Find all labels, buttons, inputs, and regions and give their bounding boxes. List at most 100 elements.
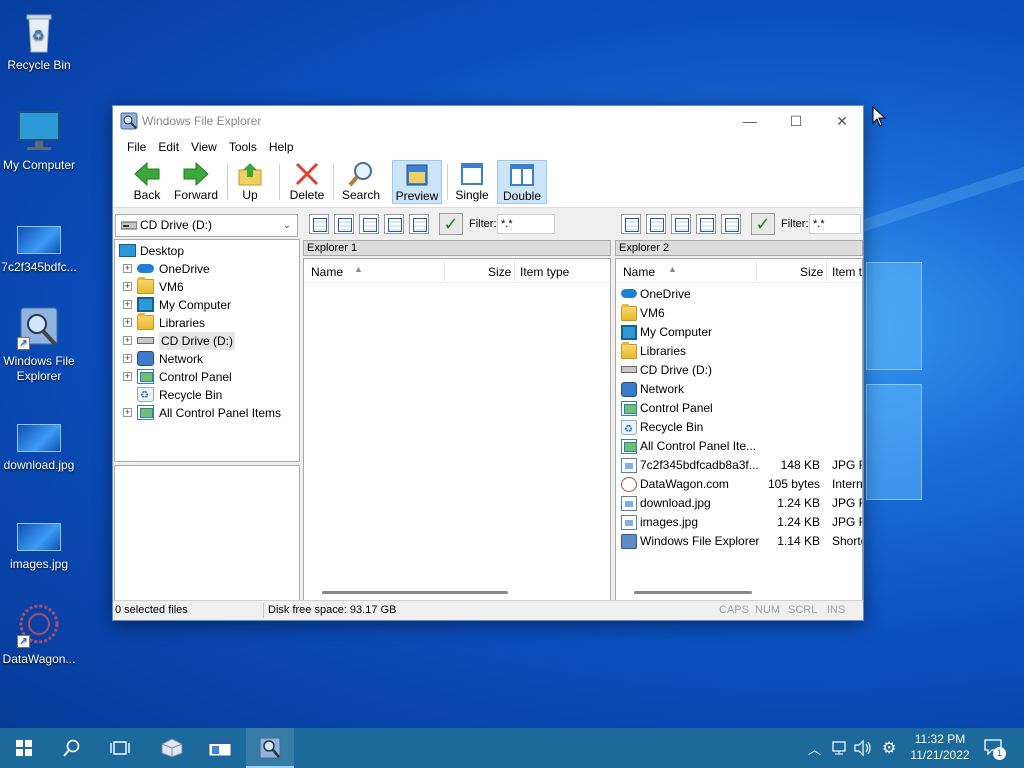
view-large-icons-icon[interactable] [384,214,404,234]
single-pane-button[interactable]: Single [451,160,493,204]
up-button[interactable]: Up [235,160,265,204]
file-row[interactable]: All Control Panel Ite... [616,437,862,456]
desktop-icon-download-jpg[interactable]: download.jpg [0,414,78,473]
preview-button[interactable]: Preview [392,160,442,204]
expand-icon[interactable]: + [123,408,132,417]
expand-icon[interactable]: + [123,354,132,363]
forward-button[interactable]: Forward [171,160,221,204]
menu-file[interactable]: File [121,136,152,154]
column-size[interactable]: Size [800,265,823,279]
taskbar-search-button[interactable] [48,728,96,768]
column-name[interactable]: Name [311,265,343,279]
view-details-icon[interactable] [309,214,329,234]
expand-icon[interactable]: + [123,282,132,291]
view-thumbnails-icon[interactable] [721,214,741,234]
tree-item-all-control-panel-items[interactable]: + All Control Panel Items [123,404,298,422]
tree-item-onedrive[interactable]: + OneDrive [123,260,293,278]
maximize-button[interactable]: ☐ [773,106,819,136]
desktop-icon-datawagon[interactable]: ↗ DataWagon... [0,602,78,667]
menu-view[interactable]: View [185,136,223,154]
file-row[interactable]: CD Drive (D:) [616,361,862,380]
file-row[interactable]: Windows File Explorer 1.14 KB Shorte [616,532,862,551]
search-button[interactable]: Search [341,160,381,204]
view-large-icons-icon[interactable] [696,214,716,234]
desktop-icon-my-computer[interactable]: My Computer [0,108,78,173]
double-pane-button[interactable]: Double [497,160,547,204]
view-list-icon[interactable] [334,214,354,234]
column-type[interactable]: Item t [832,265,862,279]
tree-item-control-panel[interactable]: + Control Panel [123,368,293,386]
tree-item-vm6[interactable]: + VM6 [123,277,293,296]
file-row[interactable]: images.jpg 1.24 KB JPG Fi [616,513,862,532]
tree-item-desktop[interactable]: Desktop [119,242,289,260]
horizontal-scrollbar[interactable] [634,591,752,594]
taskbar-app-window[interactable] [196,728,244,768]
desktop-icon-recycle-bin[interactable]: ♻ Recycle Bin [0,8,78,73]
horizontal-scrollbar[interactable] [322,591,508,594]
desktop-icon-images-jpg[interactable]: images.jpg [0,513,78,572]
menu-edit[interactable]: Edit [152,136,185,154]
file-row[interactable]: Control Panel [616,399,862,418]
expand-icon[interactable]: + [123,264,132,273]
file-row[interactable]: My Computer [616,323,862,342]
minimize-button[interactable]: — [727,106,773,136]
view-thumbnails-icon[interactable] [409,214,429,234]
show-hidden-icons-chevron-icon[interactable]: ︿ [808,739,821,758]
file-row[interactable]: VM6 [616,304,862,323]
view-small-icons-icon[interactable] [359,214,379,234]
column-type[interactable]: Item type [520,265,569,279]
file-row[interactable]: DataWagon.com 105 bytes Intern [616,475,862,494]
file-row[interactable]: Network [616,380,862,399]
tree-item-libraries[interactable]: + Libraries [123,313,293,332]
file-row[interactable]: OneDrive [616,285,862,304]
file-row[interactable]: 7c2f345bdfcadb8a3f... 148 KB JPG Fi [616,456,862,475]
apply-filter-check-icon[interactable]: ✓ [439,213,463,235]
drive-select[interactable]: CD Drive (D:) ⌄ [115,214,298,237]
delete-button[interactable]: Delete [287,160,327,204]
volume-icon[interactable] [854,740,872,756]
menu-help[interactable]: Help [263,136,300,154]
tree-item-recycle-bin[interactable]: Recycle Bin [123,386,293,405]
expand-icon[interactable]: + [123,372,132,381]
file-row[interactable]: Libraries [616,342,862,361]
taskbar-app-box[interactable] [148,728,196,768]
network-icon[interactable] [832,740,848,756]
task-view-button[interactable] [96,728,144,768]
file-row[interactable]: Recycle Bin [616,418,862,439]
tree-item-label: My Computer [159,298,232,312]
tree-item-cd-drive[interactable]: + CD Drive (D:) [123,332,293,350]
taskbar-file-explorer[interactable] [246,728,294,768]
column-separator [756,261,757,281]
apply-filter-check-icon[interactable]: ✓ [751,213,775,235]
gear-icon[interactable]: ⚙ [882,738,896,758]
status-bar: 0 selected files Disk free space: 93.17 … [113,600,863,620]
filter-input[interactable]: *.* [809,214,861,234]
desktop-icon-image-file[interactable]: 7c2f345bdfc... [0,216,78,275]
computer-icon [621,325,637,340]
tree-item-network[interactable]: + Network [123,350,293,368]
expand-icon[interactable]: + [123,336,132,345]
selected-files-count: 0 selected files [115,604,188,616]
column-size[interactable]: Size [488,265,511,279]
clock[interactable]: 11:32 PM 11/21/2022 [906,728,974,768]
view-details-icon[interactable] [621,214,641,234]
filter-input[interactable]: *.* [497,214,555,234]
view-small-icons-icon[interactable] [671,214,691,234]
back-button[interactable]: Back [127,160,167,204]
settings-tray: ⚙ [882,728,900,768]
desktop-icon-windows-file-explorer[interactable]: ↗ Windows File Explorer [0,304,78,384]
expand-icon[interactable]: + [123,318,132,327]
menu-tools[interactable]: Tools [223,136,263,154]
start-button[interactable] [0,728,48,768]
pane1-file-list[interactable]: Name ▲ Size Item type [303,258,611,601]
expand-icon[interactable]: + [123,300,132,309]
column-name[interactable]: Name [623,265,655,279]
file-row[interactable]: download.jpg 1.24 KB JPG Fi [616,494,862,513]
action-center-button[interactable]: 1 [980,728,1024,768]
close-button[interactable]: ✕ [819,106,865,136]
view-list-icon[interactable] [646,214,666,234]
tree-item-my-computer[interactable]: + My Computer [123,296,293,314]
file-size: 1.24 KB [777,496,820,510]
title-bar[interactable]: Windows File Explorer — ☐ ✕ [113,106,863,136]
pane2-file-list[interactable]: Name ▲ Size Item t OneDrive VM6 My Compute… [615,258,863,601]
